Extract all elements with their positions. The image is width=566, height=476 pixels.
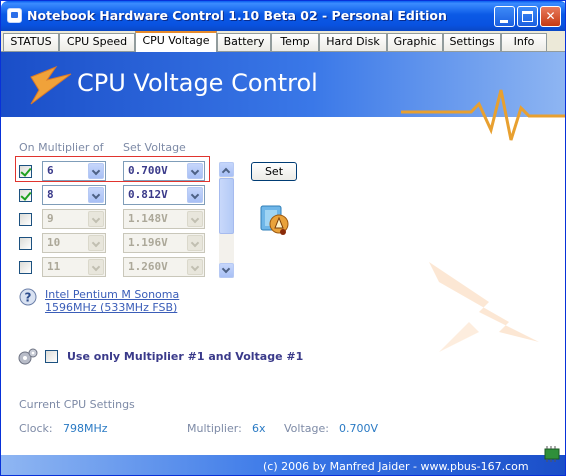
multiplier-select[interactable]: 6 (42, 161, 106, 181)
voltage-select[interactable]: 0.812V (123, 185, 205, 205)
svg-text:?: ? (25, 291, 32, 305)
dropdown-arrow-icon[interactable] (187, 187, 203, 203)
tab-hard-disk[interactable]: Hard Disk (319, 33, 387, 51)
single-multiplier-checkbox[interactable] (45, 350, 58, 363)
cpu-chip-icon (260, 205, 289, 235)
voltage-value: 0.812V (128, 188, 168, 201)
tab-graphic[interactable]: Graphic (387, 33, 443, 51)
chip-tray-icon (544, 446, 560, 462)
tab-content: CPU Voltage Control On Multiplier of Set… (1, 51, 565, 475)
multiplier-select[interactable]: 8 (42, 185, 106, 205)
gears-icon (18, 348, 38, 365)
logo-arrow-icon (30, 65, 72, 105)
row-enable-checkbox[interactable] (19, 237, 32, 250)
clock-label: Clock: (19, 422, 53, 435)
tab-bar: STATUS CPU Speed CPU Voltage Battery Tem… (1, 31, 565, 52)
tab-status[interactable]: STATUS (3, 33, 59, 51)
column-header-voltage: Set Voltage (123, 141, 186, 154)
multiplier-select: 10 (42, 233, 106, 253)
current-settings-heading: Current CPU Settings (19, 398, 135, 411)
tab-battery[interactable]: Battery (217, 33, 271, 51)
voltage-select: 1.196V (123, 233, 205, 253)
minimize-button[interactable] (494, 6, 515, 27)
minimize-icon (500, 20, 508, 23)
multiplier-value: 6x (252, 422, 266, 435)
dropdown-arrow-icon (88, 259, 104, 275)
voltage-value: 0.700V (339, 422, 379, 435)
voltage-label: Voltage: (284, 422, 329, 435)
tab-cpu-speed[interactable]: CPU Speed (59, 33, 135, 51)
row-enable-checkbox[interactable] (19, 261, 32, 274)
multiplier-select: 9 (42, 209, 106, 229)
voltage-select[interactable]: 0.700V (123, 161, 205, 181)
chevron-down-icon (221, 264, 231, 274)
dropdown-arrow-icon (88, 211, 104, 227)
close-button[interactable]: ✕ (540, 6, 561, 27)
close-icon: ✕ (545, 9, 556, 23)
dropdown-arrow-icon (187, 235, 203, 251)
chevron-up-icon (221, 167, 231, 177)
dropdown-arrow-icon (187, 259, 203, 275)
set-button[interactable]: Set (251, 162, 297, 181)
multiplier-label: Multiplier: (187, 422, 242, 435)
voltage-value: 1.196V (128, 236, 168, 249)
banner-decoration (30, 65, 565, 141)
scroll-down-button[interactable] (219, 263, 234, 278)
voltage-value: 1.148V (128, 212, 168, 225)
column-header-multiplier: On Multiplier of (19, 141, 104, 154)
clock-value: 798MHz (63, 422, 108, 435)
voltage-select: 1.260V (123, 257, 205, 277)
multiplier-value: 11 (47, 260, 61, 273)
page-title: CPU Voltage Control (77, 69, 318, 97)
tab-settings[interactable]: Settings (443, 33, 501, 51)
app-icon[interactable] (7, 8, 22, 23)
window-title: Notebook Hardware Control 1.10 Beta 02 -… (27, 8, 447, 23)
help-icon[interactable]: ? (19, 288, 37, 306)
cpu-frequency-link[interactable]: 1596MHz (533MHz FSB) (45, 301, 177, 314)
row-enable-checkbox[interactable] (19, 165, 32, 178)
voltage-value: 1.260V (128, 260, 168, 273)
tab-temp[interactable]: Temp (271, 33, 319, 51)
row-enable-checkbox[interactable] (19, 189, 32, 202)
app-window: Notebook Hardware Control 1.10 Beta 02 -… (0, 0, 566, 476)
dropdown-arrow-icon (187, 211, 203, 227)
row-enable-checkbox[interactable] (19, 213, 32, 226)
dropdown-arrow-icon (88, 235, 104, 251)
maximize-button[interactable] (517, 6, 538, 27)
dropdown-arrow-icon[interactable] (88, 163, 104, 179)
multiplier-value: 9 (47, 212, 54, 225)
single-multiplier-label: Use only Multiplier #1 and Voltage #1 (67, 350, 304, 363)
title-bar[interactable]: Notebook Hardware Control 1.10 Beta 02 -… (1, 1, 565, 31)
voltage-value: 0.700V (128, 164, 168, 177)
multiplier-value: 10 (47, 236, 61, 249)
scroll-thumb[interactable] (219, 178, 234, 234)
watermark-logo-icon (429, 262, 539, 352)
scroll-up-button[interactable] (219, 162, 234, 177)
cpu-model-link[interactable]: Intel Pentium M Sonoma (45, 288, 179, 301)
maximize-icon (522, 11, 533, 22)
multiplier-select: 11 (42, 257, 106, 277)
header-banner: CPU Voltage Control (1, 52, 565, 141)
multiplier-value: 8 (47, 188, 54, 201)
rows-scrollbar[interactable] (219, 162, 234, 278)
copyright-text: (c) 2006 by Manfred Jaider - www.pbus-16… (263, 460, 529, 473)
tab-info[interactable]: Info (501, 33, 547, 51)
dropdown-arrow-icon[interactable] (88, 187, 104, 203)
dropdown-arrow-icon[interactable] (187, 163, 203, 179)
tab-cpu-voltage[interactable]: CPU Voltage (135, 31, 217, 52)
multiplier-value: 6 (47, 164, 54, 177)
voltage-select: 1.148V (123, 209, 205, 229)
footer-bar: (c) 2006 by Manfred Jaider - www.pbus-16… (1, 446, 565, 475)
